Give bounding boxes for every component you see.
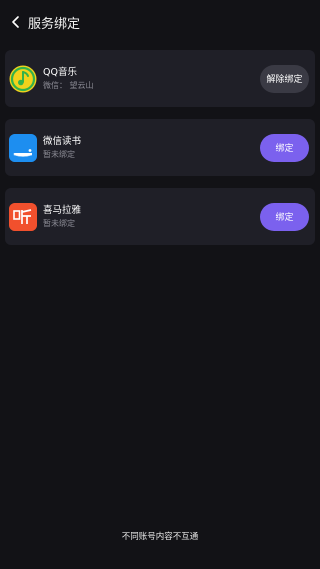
service-card-ximalaya: 喜马拉雅 暂未绑定 绑定 [5,188,315,245]
service-name: QQ音乐 [43,66,77,78]
service-status: 暂未绑定 [43,149,75,159]
service-list: QQ音乐 微信： 望云山 解除绑定 微信读书 暂未绑定 绑定 喜马拉雅 暂未绑定… [5,50,315,257]
ximalaya-icon [9,202,37,231]
service-status: 微信： 望云山 [43,80,94,90]
service-name: 喜马拉雅 [43,204,82,216]
unbind-button[interactable]: 解除绑定 [260,64,309,93]
service-card-qq-music: QQ音乐 微信： 望云山 解除绑定 [5,50,315,107]
account-note: 不同账号内容不互通 [121,532,199,542]
weread-icon [9,133,37,162]
bind-button[interactable]: 绑定 [260,202,309,231]
qq-music-icon [9,65,37,93]
page-title: 服务绑定 [28,16,81,32]
top-bar: 服务绑定 [0,0,320,44]
bind-button[interactable]: 绑定 [260,133,309,162]
service-status: 暂未绑定 [43,218,75,228]
back-button[interactable] [9,15,23,29]
chevron-left-icon [12,16,19,28]
service-card-weread: 微信读书 暂未绑定 绑定 [5,119,315,176]
service-name: 微信读书 [43,135,82,147]
